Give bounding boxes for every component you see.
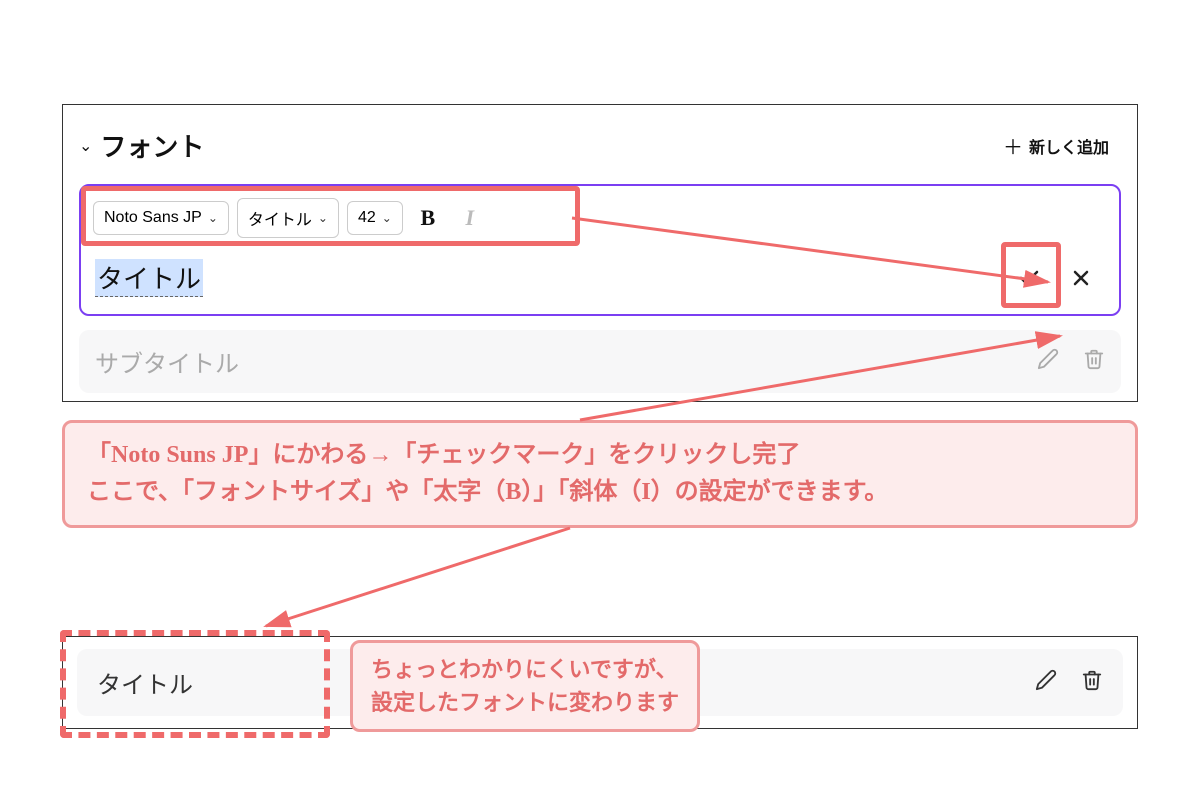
edit-action-icons bbox=[1003, 252, 1107, 304]
font-item-label: サブタイトル bbox=[95, 344, 239, 379]
section-title: フォント bbox=[100, 127, 204, 164]
annotation-main: 「Noto Suns JP」にかわる→「チェックマーク」をクリックし完了 ここで… bbox=[62, 420, 1138, 528]
font-style-preset-dropdown[interactable]: タイトル ⌄ bbox=[237, 198, 339, 238]
edit-button[interactable] bbox=[1037, 348, 1059, 375]
bold-button[interactable]: B bbox=[411, 200, 445, 236]
edit-button[interactable] bbox=[1035, 669, 1057, 696]
annotation-small: ちょっとわかりにくいですが、 設定したフォントに変わります bbox=[350, 640, 700, 732]
delete-button[interactable] bbox=[1083, 348, 1105, 375]
font-item-title-input[interactable]: タイトル bbox=[95, 259, 203, 297]
italic-label: I bbox=[466, 205, 475, 231]
annotation-small-line2: 設定したフォントに変わります bbox=[371, 686, 679, 719]
font-edit-row: タイトル bbox=[81, 248, 1119, 314]
font-section-panel: ⌄ フォント ＋ 新しく追加 Noto Sans JP ⌄ タイトル ⌄ 42 bbox=[62, 104, 1138, 402]
chevron-down-icon: ⌄ bbox=[318, 211, 328, 225]
section-title-toggle[interactable]: ⌄ フォント bbox=[79, 127, 204, 164]
annotation-main-line1: 「Noto Suns JP」にかわる→「チェックマーク」をクリックし完了 bbox=[87, 437, 1113, 474]
font-item-label: タイトル bbox=[97, 665, 193, 700]
annotation-main-line2: ここで、「フォントサイズ」や「太字（B）」「斜体（I）の設定ができます。 bbox=[87, 474, 1113, 511]
font-family-value: Noto Sans JP bbox=[104, 209, 202, 227]
add-new-button[interactable]: ＋ 新しく追加 bbox=[991, 123, 1121, 168]
chevron-down-icon: ⌄ bbox=[382, 211, 392, 225]
section-header: ⌄ フォント ＋ 新しく追加 bbox=[79, 117, 1121, 184]
chevron-down-icon: ⌄ bbox=[79, 136, 92, 156]
pencil-icon bbox=[1037, 348, 1059, 370]
plus-icon: ＋ bbox=[1003, 131, 1023, 160]
bold-label: B bbox=[420, 205, 435, 231]
delete-button[interactable] bbox=[1081, 669, 1103, 696]
font-size-value: 42 bbox=[358, 209, 376, 227]
font-toolbar: Noto Sans JP ⌄ タイトル ⌄ 42 ⌄ B I bbox=[93, 196, 1107, 240]
annotation-arrow-3 bbox=[240, 526, 600, 646]
trash-icon bbox=[1083, 348, 1105, 370]
close-icon bbox=[1069, 266, 1093, 290]
row-action-icons bbox=[1035, 669, 1103, 696]
font-style-preset-value: タイトル bbox=[248, 206, 312, 230]
add-new-label: 新しく追加 bbox=[1029, 134, 1109, 158]
trash-icon bbox=[1081, 669, 1103, 691]
font-edit-card: Noto Sans JP ⌄ タイトル ⌄ 42 ⌄ B I bbox=[79, 184, 1121, 316]
pencil-icon bbox=[1035, 669, 1057, 691]
annotation-small-line1: ちょっとわかりにくいですが、 bbox=[371, 653, 679, 686]
check-icon bbox=[1017, 266, 1041, 290]
font-list-item-subtitle[interactable]: サブタイトル bbox=[79, 330, 1121, 393]
row-action-icons bbox=[1037, 348, 1105, 375]
chevron-down-icon: ⌄ bbox=[208, 211, 218, 225]
font-family-dropdown[interactable]: Noto Sans JP ⌄ bbox=[93, 201, 229, 235]
font-size-dropdown[interactable]: 42 ⌄ bbox=[347, 201, 403, 235]
italic-button[interactable]: I bbox=[453, 200, 487, 236]
confirm-button[interactable] bbox=[1003, 252, 1055, 304]
toolbar-zone: Noto Sans JP ⌄ タイトル ⌄ 42 ⌄ B I bbox=[81, 186, 1119, 248]
cancel-button[interactable] bbox=[1055, 252, 1107, 304]
